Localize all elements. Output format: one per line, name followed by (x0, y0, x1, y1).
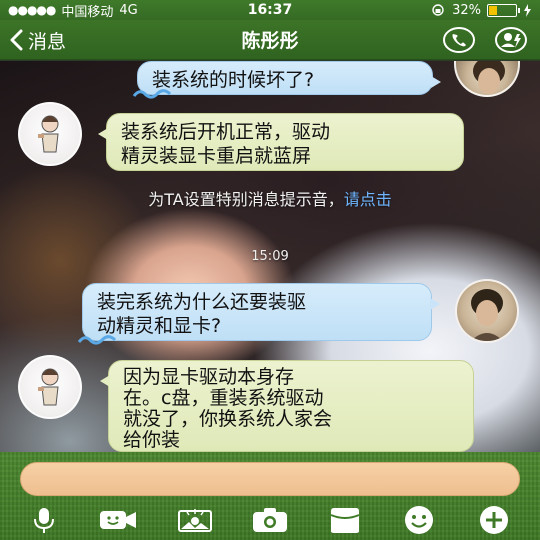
message-text: 装系统的时候坏了? (152, 69, 315, 91)
system-tip: 为TA设置特别消息提示音，请点击 (0, 186, 540, 210)
folder-icon (330, 508, 360, 533)
message-text-line: 给你装 (123, 429, 181, 451)
message-text-line: 动精灵和显卡? (97, 315, 222, 337)
nav-bar: 消息 陈彤彤 (0, 20, 540, 60)
message-text-line: 在。c盘，重装系统驱动 (123, 387, 324, 409)
message-text-line: 精灵装显卡重启就蓝屏 (121, 145, 312, 167)
message-bubble-incoming[interactable]: 装系统后开机正常，驱动 精灵装显卡重启就蓝屏 (98, 113, 464, 171)
plus-icon (480, 506, 508, 534)
chevron-left-icon (10, 29, 23, 51)
avatar-face-icon (473, 61, 505, 94)
photo-button[interactable] (175, 504, 215, 536)
input-area (0, 452, 540, 540)
chat-area[interactable]: 装系统的时候坏了? 装系统后开机正常，驱动 精灵装显卡重启就蓝屏 为TA设置特别… (0, 61, 540, 452)
avatar-self[interactable] (455, 279, 519, 343)
back-button[interactable]: 消息 (8, 20, 66, 60)
battery-percent: 32% (452, 2, 481, 18)
avatar-figure-icon (38, 115, 59, 153)
message-text-line: 装完系统为什么还要装驱 (97, 291, 307, 313)
avatar-contact[interactable] (18, 102, 82, 166)
network-type: 4G (119, 2, 138, 18)
message-bubble-outgoing[interactable]: 装完系统为什么还要装驱 动精灵和显卡? (77, 283, 440, 345)
profile-settings-icon (495, 27, 527, 53)
battery-icon (487, 3, 520, 17)
emoji-icon (405, 506, 433, 534)
time-divider: 15:09 (251, 249, 289, 264)
phone-icon (443, 27, 475, 53)
photo-icon (178, 509, 212, 532)
video-icon (100, 511, 136, 529)
avatar-contact[interactable] (18, 355, 82, 419)
signal-dots: ●●●●● (8, 3, 56, 17)
system-tip-text: 为TA设置特别消息提示音， (148, 190, 344, 209)
message-text-line: 装系统后开机正常，驱动 (121, 121, 331, 143)
file-button[interactable] (325, 504, 365, 536)
rotation-lock-icon (432, 4, 444, 16)
back-label: 消息 (28, 30, 67, 53)
more-button[interactable] (474, 504, 514, 536)
avatar-self[interactable] (454, 61, 520, 97)
charging-bolt-icon (524, 3, 531, 17)
avatar-figure-icon (38, 368, 59, 406)
microphone-icon (34, 508, 54, 533)
camera-icon (253, 508, 287, 532)
profile-button[interactable] (492, 25, 530, 55)
input-toolbar (0, 504, 540, 536)
status-bar: ●●●●● 中国移动 4G 16:37 32% (0, 0, 540, 20)
message-text-line: 因为显卡驱动本身存 (123, 366, 295, 388)
avatar-face-icon (471, 289, 503, 341)
message-input[interactable] (20, 462, 520, 496)
voice-button[interactable] (24, 504, 64, 536)
battery-fill (489, 5, 498, 15)
video-button[interactable] (98, 504, 138, 536)
emoji-button[interactable] (399, 504, 439, 536)
message-bubble-incoming[interactable]: 因为显卡驱动本身存 在。c盘，重装系统驱动 就没了，你换系统人家会 给你装 (100, 360, 474, 452)
bubble-wave-decoration (132, 89, 172, 99)
bubble-wave-decoration (77, 335, 117, 345)
message-text-line: 就没了，你换系统人家会 (123, 408, 333, 430)
set-ringtone-link[interactable]: 请点击 (344, 190, 392, 209)
camera-button[interactable] (250, 504, 290, 536)
carrier-name: 中国移动 (61, 4, 114, 20)
message-bubble-outgoing[interactable]: 装系统的时候坏了? (132, 61, 441, 99)
phone-call-button[interactable] (440, 25, 478, 55)
